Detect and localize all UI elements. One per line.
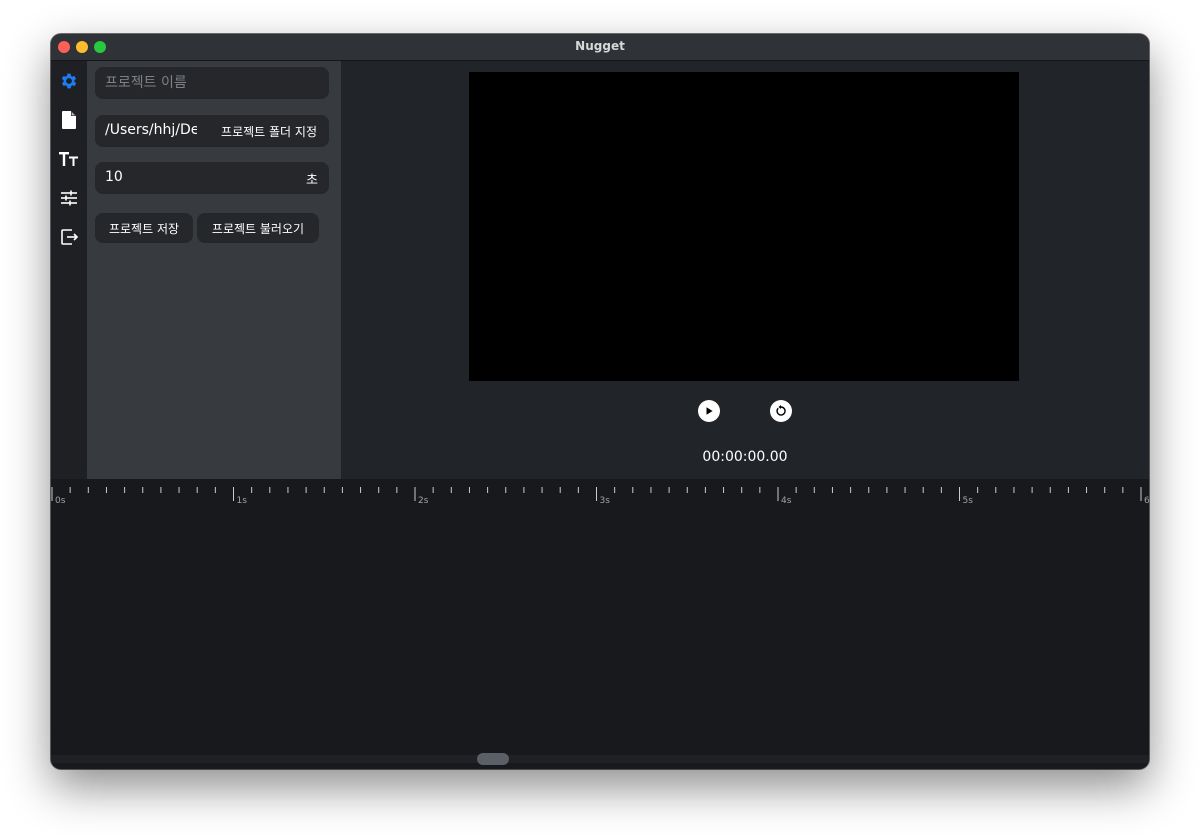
play-icon	[706, 407, 713, 415]
text-icon	[59, 152, 78, 166]
timeline-scrollbar-track[interactable]	[51, 755, 1149, 763]
ruler-label: 1s	[237, 496, 248, 506]
ruler-label: 3s	[600, 496, 611, 506]
project-folder-path[interactable]: /Users/hhj/De	[105, 122, 197, 138]
project-name-input[interactable]	[105, 67, 319, 99]
duration-unit: 초	[306, 173, 318, 188]
icon-sidebar	[51, 61, 87, 479]
sidebar-item-adjust[interactable]	[55, 184, 83, 212]
save-project-button[interactable]: 프로젝트 저장	[95, 213, 193, 243]
sidebar-item-file[interactable]	[55, 106, 83, 134]
ruler-label: 6s	[1144, 496, 1149, 506]
timecode-display: 00:00:00.00	[702, 449, 788, 465]
export-icon	[61, 229, 79, 245]
set-project-folder-button[interactable]: 프로젝트 폴더 지정	[221, 123, 317, 140]
sidebar-item-text[interactable]	[55, 145, 83, 173]
timeline-scroll-thumb[interactable]	[477, 753, 509, 765]
preview-area: 00:00:00.00	[341, 61, 1149, 479]
ruler-label: 0s	[55, 496, 66, 506]
file-icon	[62, 111, 76, 129]
ruler-label: 5s	[963, 496, 974, 506]
reset-button[interactable]	[770, 400, 792, 422]
ruler-label: 4s	[781, 496, 792, 506]
sidebar-item-settings[interactable]	[55, 67, 83, 95]
app-window: Nugget 프로젝트 이름 /Users/hhj/De 프로젝트 폴더 지정 …	[51, 34, 1149, 769]
timeline[interactable]: 0s 1s 2s 3s 4s 5s 6s	[51, 479, 1149, 769]
rotate-left-icon	[776, 405, 786, 416]
window-title: Nugget	[575, 39, 625, 53]
sliders-icon	[61, 190, 77, 206]
ruler-label: 2s	[418, 496, 429, 506]
project-folder-field: /Users/hhj/De 프로젝트 폴더 지정	[95, 115, 329, 147]
play-button[interactable]	[698, 400, 720, 422]
duration-field: 10 초	[95, 162, 329, 194]
gear-icon	[61, 73, 77, 89]
video-preview	[469, 72, 1019, 381]
sidebar-item-export[interactable]	[55, 223, 83, 251]
project-settings-panel: /Users/hhj/De 프로젝트 폴더 지정 10 초 프로젝트 저장 프로…	[87, 61, 341, 479]
timeline-ruler[interactable]: 0s 1s 2s 3s 4s 5s 6s	[51, 479, 1149, 509]
load-project-button[interactable]: 프로젝트 불러오기	[197, 213, 319, 243]
titlebar: Nugget	[51, 34, 1149, 61]
project-name-field	[95, 67, 329, 99]
duration-input[interactable]: 10	[105, 169, 123, 185]
